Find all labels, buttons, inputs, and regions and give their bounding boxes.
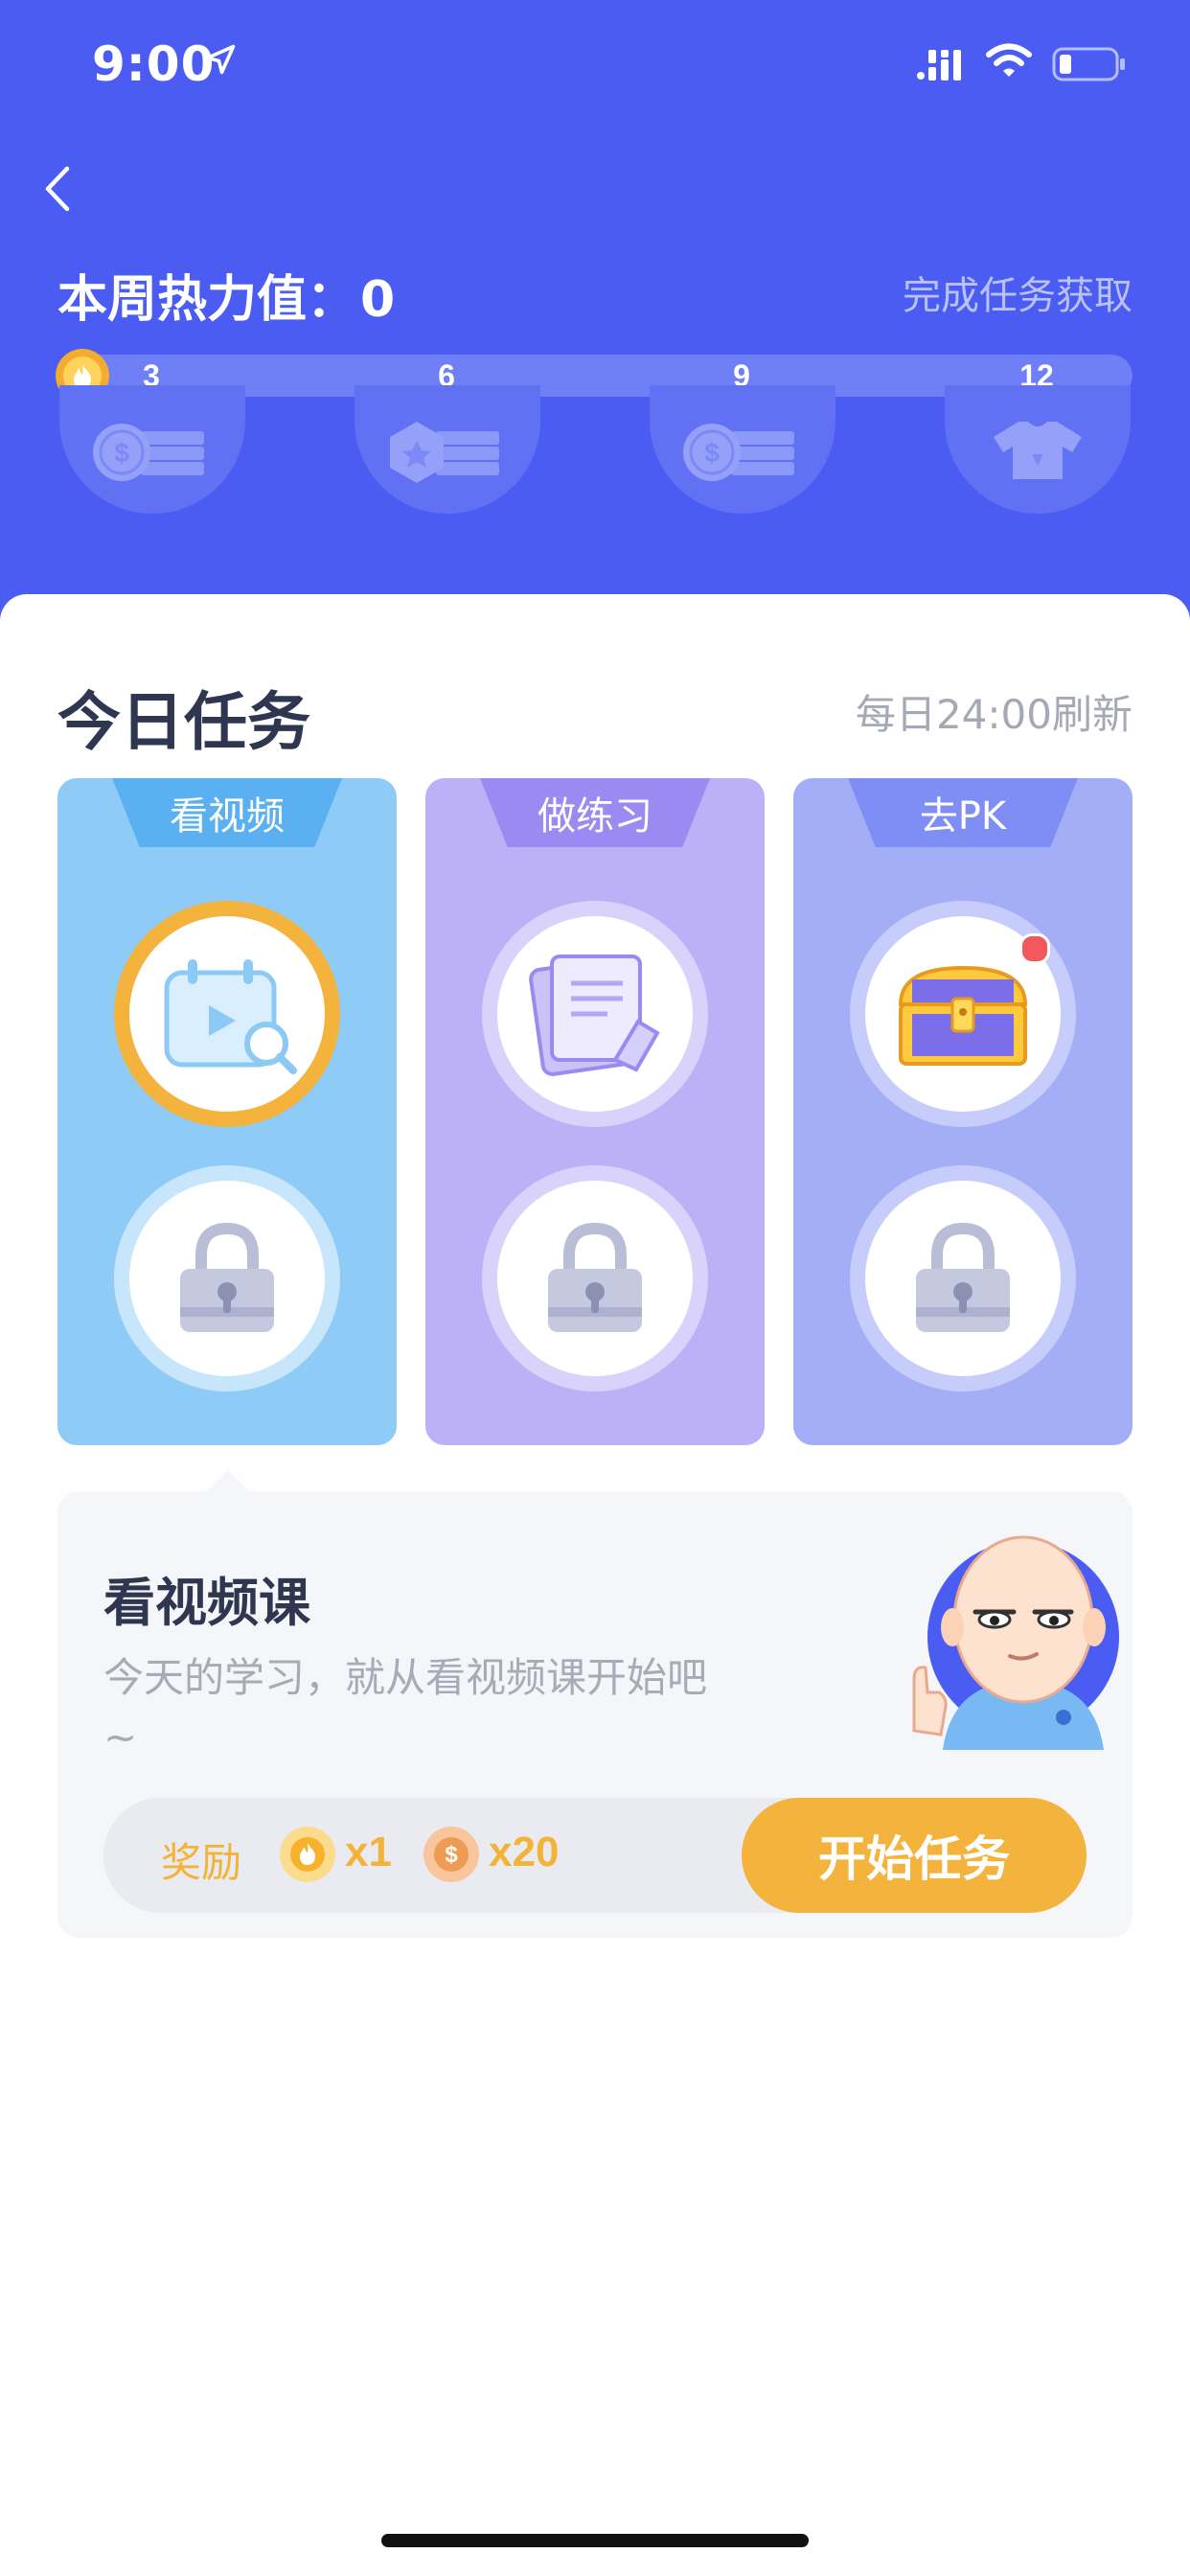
start-task-button[interactable]: 开始任务 <box>742 1798 1087 1913</box>
notification-dot <box>1019 933 1050 964</box>
exercise-book-icon <box>529 954 660 1076</box>
header-panel: 9:00 本周热力值：0 完成任务获取 3 6 9 12 $ $ <box>0 0 1190 652</box>
task-card-video[interactable]: 看视频 <box>57 778 397 1445</box>
refresh-note: 每日24:00刷新 <box>855 691 1133 738</box>
reward-coin-qty: x20 <box>489 1828 560 1875</box>
task-detail-card: 看视频课 今天的学习，就从看视频课开始吧~ 奖励 x1 $ x20 开始任务 <box>57 1491 1133 1938</box>
weekly-heat-label: 本周热力值： <box>57 271 357 329</box>
reward-flame-qty: x1 <box>345 1828 392 1875</box>
task-stage-2-pk-locked[interactable] <box>850 1165 1076 1392</box>
back-button[interactable] <box>36 161 79 217</box>
chevron-left-icon <box>45 166 70 212</box>
tshirt-icon <box>994 422 1082 479</box>
heat-hint: 完成任务获取 <box>903 274 1133 318</box>
weekly-heat-value: 0 <box>360 271 396 329</box>
location-arrow-icon <box>205 44 236 75</box>
mascot-avatar <box>912 1535 1119 1750</box>
detail-title: 看视频课 <box>103 1573 310 1633</box>
reward-coin: $ <box>423 1827 479 1882</box>
battery-icon <box>1052 47 1125 81</box>
milestone-reward-6[interactable] <box>355 385 540 514</box>
reward-flame <box>280 1827 335 1882</box>
svg-text:$: $ <box>445 1842 458 1868</box>
flame-icon <box>290 1837 325 1872</box>
reward-bar: 奖励 x1 $ x20 开始任务 <box>103 1798 1087 1913</box>
coin-stack-icon: $ <box>683 424 794 481</box>
task-center-screen: 9:00 本周热力值：0 完成任务获取 3 6 9 12 $ $ 今日任务 每日… <box>0 0 1190 2576</box>
milestone-reward-12[interactable] <box>945 385 1131 514</box>
lock-icon <box>180 1222 274 1332</box>
dollar-coin-icon: $ <box>434 1837 469 1872</box>
task-tab-pk: 去PK <box>848 778 1078 847</box>
cellular-signal-icon <box>917 50 961 80</box>
task-tab-exercise: 做练习 <box>480 778 710 847</box>
task-stage-1-video[interactable] <box>114 901 340 1127</box>
task-card-pk[interactable]: 去PK <box>793 778 1133 1445</box>
home-indicator <box>381 2534 809 2547</box>
today-tasks-panel: 今日任务 每日24:00刷新 看视频 做练习 去PK 看视频课 今天的学习，就从… <box>0 594 1190 2576</box>
lock-icon <box>916 1222 1010 1332</box>
wifi-icon <box>986 43 1032 77</box>
svg-text:$: $ <box>114 438 129 468</box>
detail-pointer <box>205 1470 251 1493</box>
milestone-reward-3[interactable]: $ <box>59 385 245 514</box>
weekly-heat-title: 本周热力值：0 <box>57 259 395 331</box>
status-time: 9:00 <box>92 36 216 92</box>
detail-description: 今天的学习，就从看视频课开始吧~ <box>103 1654 708 1760</box>
milestone-reward-9[interactable]: $ <box>650 385 835 514</box>
lock-icon <box>548 1222 642 1332</box>
treasure-chest-icon <box>898 965 1028 1066</box>
gem-coin-stack-icon <box>390 422 499 483</box>
svg-text:$: $ <box>704 438 720 468</box>
task-stage-2-video-locked[interactable] <box>114 1165 340 1392</box>
today-tasks-title: 今日任务 <box>57 685 310 759</box>
status-bar: 9:00 <box>0 0 1190 126</box>
task-stage-2-exercise-locked[interactable] <box>482 1165 708 1392</box>
task-stage-1-exercise[interactable] <box>482 901 708 1127</box>
task-card-exercise[interactable]: 做练习 <box>425 778 765 1445</box>
coin-stack-icon: $ <box>93 424 204 481</box>
task-tab-video: 看视频 <box>112 778 342 847</box>
reward-label: 奖励 <box>161 1839 242 1886</box>
video-calendar-icon <box>164 959 297 1074</box>
